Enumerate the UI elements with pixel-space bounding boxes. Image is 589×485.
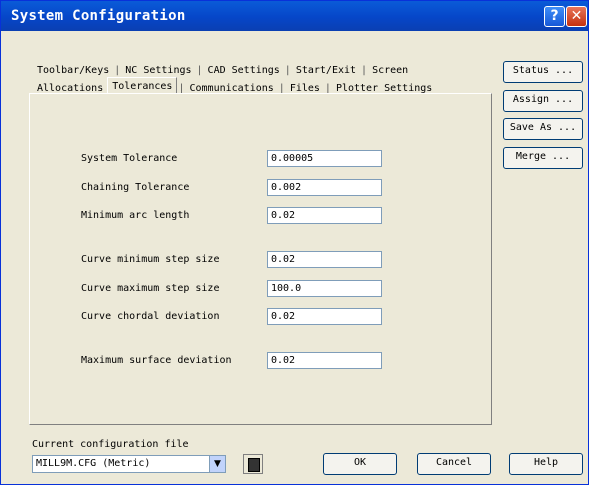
ok-button[interactable]: OK: [323, 453, 397, 475]
assign-button[interactable]: Assign ...: [503, 90, 583, 112]
help-title-button[interactable]: ?: [544, 6, 565, 27]
dropdown-arrow-icon[interactable]: ▼: [209, 456, 225, 472]
tab-separator: |: [196, 65, 203, 76]
tab-row-1: Toolbar/Keys | NC Settings | CAD Settings | St…: [33, 62, 412, 79]
max-surface-dev-input[interactable]: 0.02: [267, 352, 382, 369]
min-arc-length-label: Minimum arc length: [81, 210, 190, 221]
system-tolerance-input[interactable]: 0.00005: [267, 150, 382, 167]
tab-separator: |: [284, 65, 291, 76]
tab-start-exit[interactable]: Start/Exit: [292, 62, 360, 79]
curve-max-step-label: Curve maximum step size: [81, 283, 220, 294]
help-button[interactable]: Help: [509, 453, 583, 475]
curve-chordal-input[interactable]: 0.02: [267, 308, 382, 325]
system-configuration-dialog: System Configuration ? ✕ Toolbar/Keys | NC…: [0, 0, 589, 485]
config-file-select[interactable]: MILL9M.CFG (Metric) ▼: [32, 455, 226, 473]
curve-min-step-label: Curve minimum step size: [81, 254, 220, 265]
tab-toolbar-keys[interactable]: Toolbar/Keys: [33, 62, 113, 79]
status-button[interactable]: Status ...: [503, 61, 583, 83]
save-config-button[interactable]: [243, 454, 263, 474]
tab-cad-settings[interactable]: CAD Settings: [204, 62, 284, 79]
title-bar[interactable]: System Configuration ? ✕: [1, 1, 588, 31]
min-arc-length-input[interactable]: 0.02: [267, 207, 382, 224]
merge-button[interactable]: Merge ...: [503, 147, 583, 169]
save-as-button[interactable]: Save As ...: [503, 118, 583, 140]
curve-max-step-input[interactable]: 100.0: [267, 280, 382, 297]
max-surface-dev-label: Maximum surface deviation: [81, 355, 232, 366]
tab-screen[interactable]: Screen: [368, 62, 412, 79]
chaining-tolerance-input[interactable]: 0.002: [267, 179, 382, 196]
config-file-value: MILL9M.CFG (Metric): [36, 458, 151, 469]
window-title: System Configuration: [11, 8, 186, 24]
system-tolerance-label: System Tolerance: [81, 153, 178, 164]
curve-chordal-label: Curve chordal deviation: [81, 311, 220, 322]
tab-separator: |: [361, 65, 368, 76]
close-button[interactable]: ✕: [566, 6, 587, 27]
floppy-disk-icon: [248, 458, 260, 472]
curve-min-step-input[interactable]: 0.02: [267, 251, 382, 268]
config-file-label: Current configuration file: [32, 439, 189, 450]
chaining-tolerance-label: Chaining Tolerance: [81, 182, 190, 193]
cancel-button[interactable]: Cancel: [417, 453, 491, 475]
